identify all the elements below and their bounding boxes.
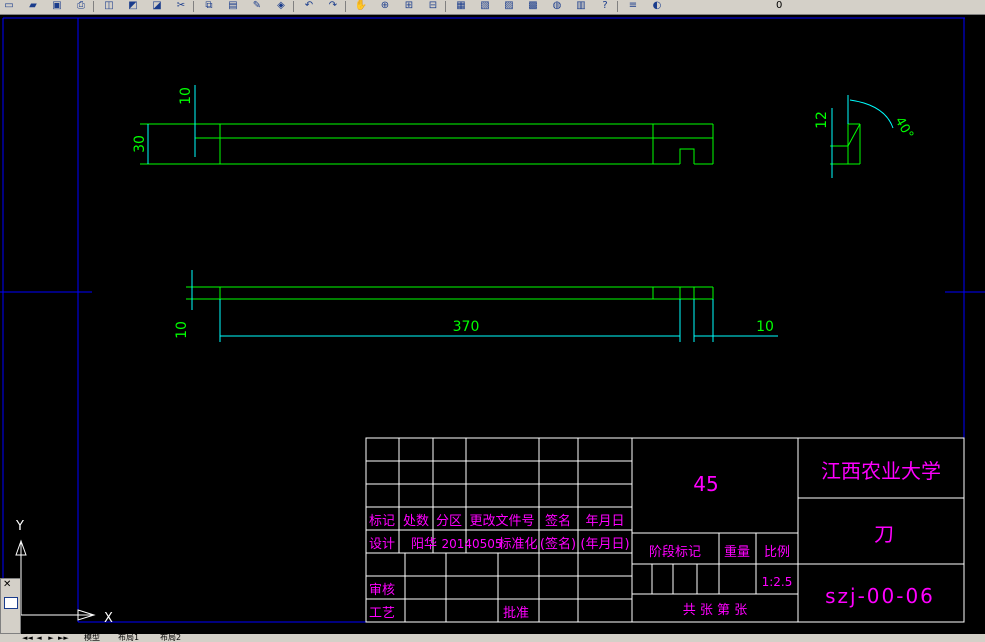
matchprop-icon[interactable]: ✎ [250,0,264,12]
next-tab-button[interactable]: ► [46,634,56,642]
print-icon[interactable]: ⎙ [74,0,88,12]
hdr-date: 年月日 [585,514,624,529]
cut-icon[interactable]: ✂ [174,0,188,12]
zoom-previous-icon[interactable]: ⊟ [426,0,440,12]
sign-placeholder: (签名) [540,536,576,552]
approve-label: 批准 [503,606,529,621]
last-tab-button[interactable]: ►► [58,634,69,642]
hdr-sign: 签名 [545,513,571,529]
copy-icon[interactable]: ⧉ [202,0,216,12]
drawing-svg: 30 10 12 40° 10 370 10 标记 处数 分区 更改文件号 签名… [0,17,985,640]
new-icon[interactable]: ▭ [2,0,16,12]
first-tab-button[interactable]: ◄◄ [22,634,33,642]
properties-icon[interactable] [4,597,18,609]
tab-layout2[interactable]: 布局2 [160,634,181,642]
hdr-count: 处数 [403,514,429,529]
dim-370-text: 370 [453,319,480,335]
toolbar-separator [193,1,194,12]
pan-icon[interactable]: ✋ [354,0,368,12]
stage-label: 阶段标记 [649,545,701,560]
layer-manager-icon[interactable]: ≡ [626,0,640,12]
design-date: 20140505 [441,537,502,551]
weight-label: 重量 [724,544,750,560]
preview-icon[interactable]: ◫ [102,0,116,12]
process-label: 工艺 [369,606,395,621]
plot-icon[interactable]: ◪ [150,0,164,12]
layout-tab-bar: ◄◄ ◄ ► ►► 模型 布局1 布局2 [0,634,985,642]
material-text: 45 [693,472,718,496]
date-placeholder: (年月日) [580,537,629,552]
view-top [140,123,714,165]
standard-toolbar: ▭ ▰ ▣ ⎙ ◫ ◩ ◪ ✂ ⧉ ▤ ✎ ◈ ↶ ↷ ✋ ⊕ ⊞ ⊟ ▦ ▧ ▨ ▩ ◍ ▥? ≡ ◐ 0 [0,0,985,15]
design-label: 设计 [369,537,395,552]
school-name: 江西农业大学 [821,459,941,483]
ucs-icon [15,539,96,621]
toolbar-separator [293,1,294,12]
layer-dropdown-value[interactable]: 0 [776,0,782,12]
drawing-canvas[interactable]: 30 10 12 40° 10 370 10 标记 处数 分区 更改文件号 签名… [0,15,985,640]
tab-model[interactable]: 模型 [84,634,100,642]
paste-icon[interactable]: ▤ [226,0,240,12]
designcenter-icon[interactable]: ▧ [478,0,492,12]
toolbar-separator [93,1,94,12]
front-dimensions [191,270,778,342]
side-bevel [847,123,861,147]
designer-name: 阳华 [411,537,437,552]
help-icon[interactable]: ? [598,0,612,12]
dim-10-text: 10 [178,87,194,105]
side-dimensions [831,95,894,178]
part-name: 刀 [874,522,894,546]
drawing-number: szj-00-06 [825,584,935,608]
zoom-window-icon[interactable]: ⊞ [402,0,416,12]
prev-tab-button[interactable]: ◄ [34,634,44,642]
open-icon[interactable]: ▰ [26,0,40,12]
ucs-x-label: X [104,611,113,626]
scale-value: 1:2.5 [762,575,793,589]
tab-layout1[interactable]: 布局1 [118,634,139,642]
dim-30-text: 30 [132,135,148,153]
hdr-mark: 标记 [369,514,395,529]
scale-label: 比例 [764,545,790,560]
hdr-change-doc: 更改文件号 [469,514,534,529]
title-block-text: 标记 处数 分区 更改文件号 签名 年月日 设计 阳华 20140505 标准化… [369,459,941,621]
sheetset-icon[interactable]: ▩ [526,0,540,12]
notch [679,148,695,164]
hdr-zone: 分区 [436,514,462,529]
sheets-text: 共 张 第 张 [683,603,747,618]
view-front [186,286,714,300]
blockeditor-icon[interactable]: ◈ [274,0,288,12]
dim-end10-text: 10 [756,319,774,335]
undo-icon[interactable]: ↶ [302,0,316,12]
properties-icon[interactable]: ▦ [454,0,468,12]
zoom-realtime-icon[interactable]: ⊕ [378,0,392,12]
redo-icon[interactable]: ↷ [326,0,340,12]
toolpalettes-icon[interactable]: ▨ [502,0,516,12]
review-label: 审核 [369,583,395,598]
ucs-y-label: Y [15,519,24,534]
dim-12-text: 12 [814,111,830,129]
calculator-icon[interactable]: ▥ [574,0,588,12]
toolbar-separator [445,1,446,12]
standardize-label: 标准化 [498,537,537,552]
toolbar-separator [617,1,618,12]
publish-icon[interactable]: ◩ [126,0,140,12]
dim-front10-text: 10 [174,321,190,339]
markup-icon[interactable]: ◍ [550,0,564,12]
dim-40-text: 40° [892,115,917,142]
view-side [830,123,861,165]
close-icon[interactable]: ✕ [3,579,11,590]
toolbar-separator [345,1,346,12]
layer-state-icon[interactable]: ◐ [650,0,664,12]
tool-palette[interactable]: ✕ [0,578,21,634]
save-icon[interactable]: ▣ [50,0,64,12]
